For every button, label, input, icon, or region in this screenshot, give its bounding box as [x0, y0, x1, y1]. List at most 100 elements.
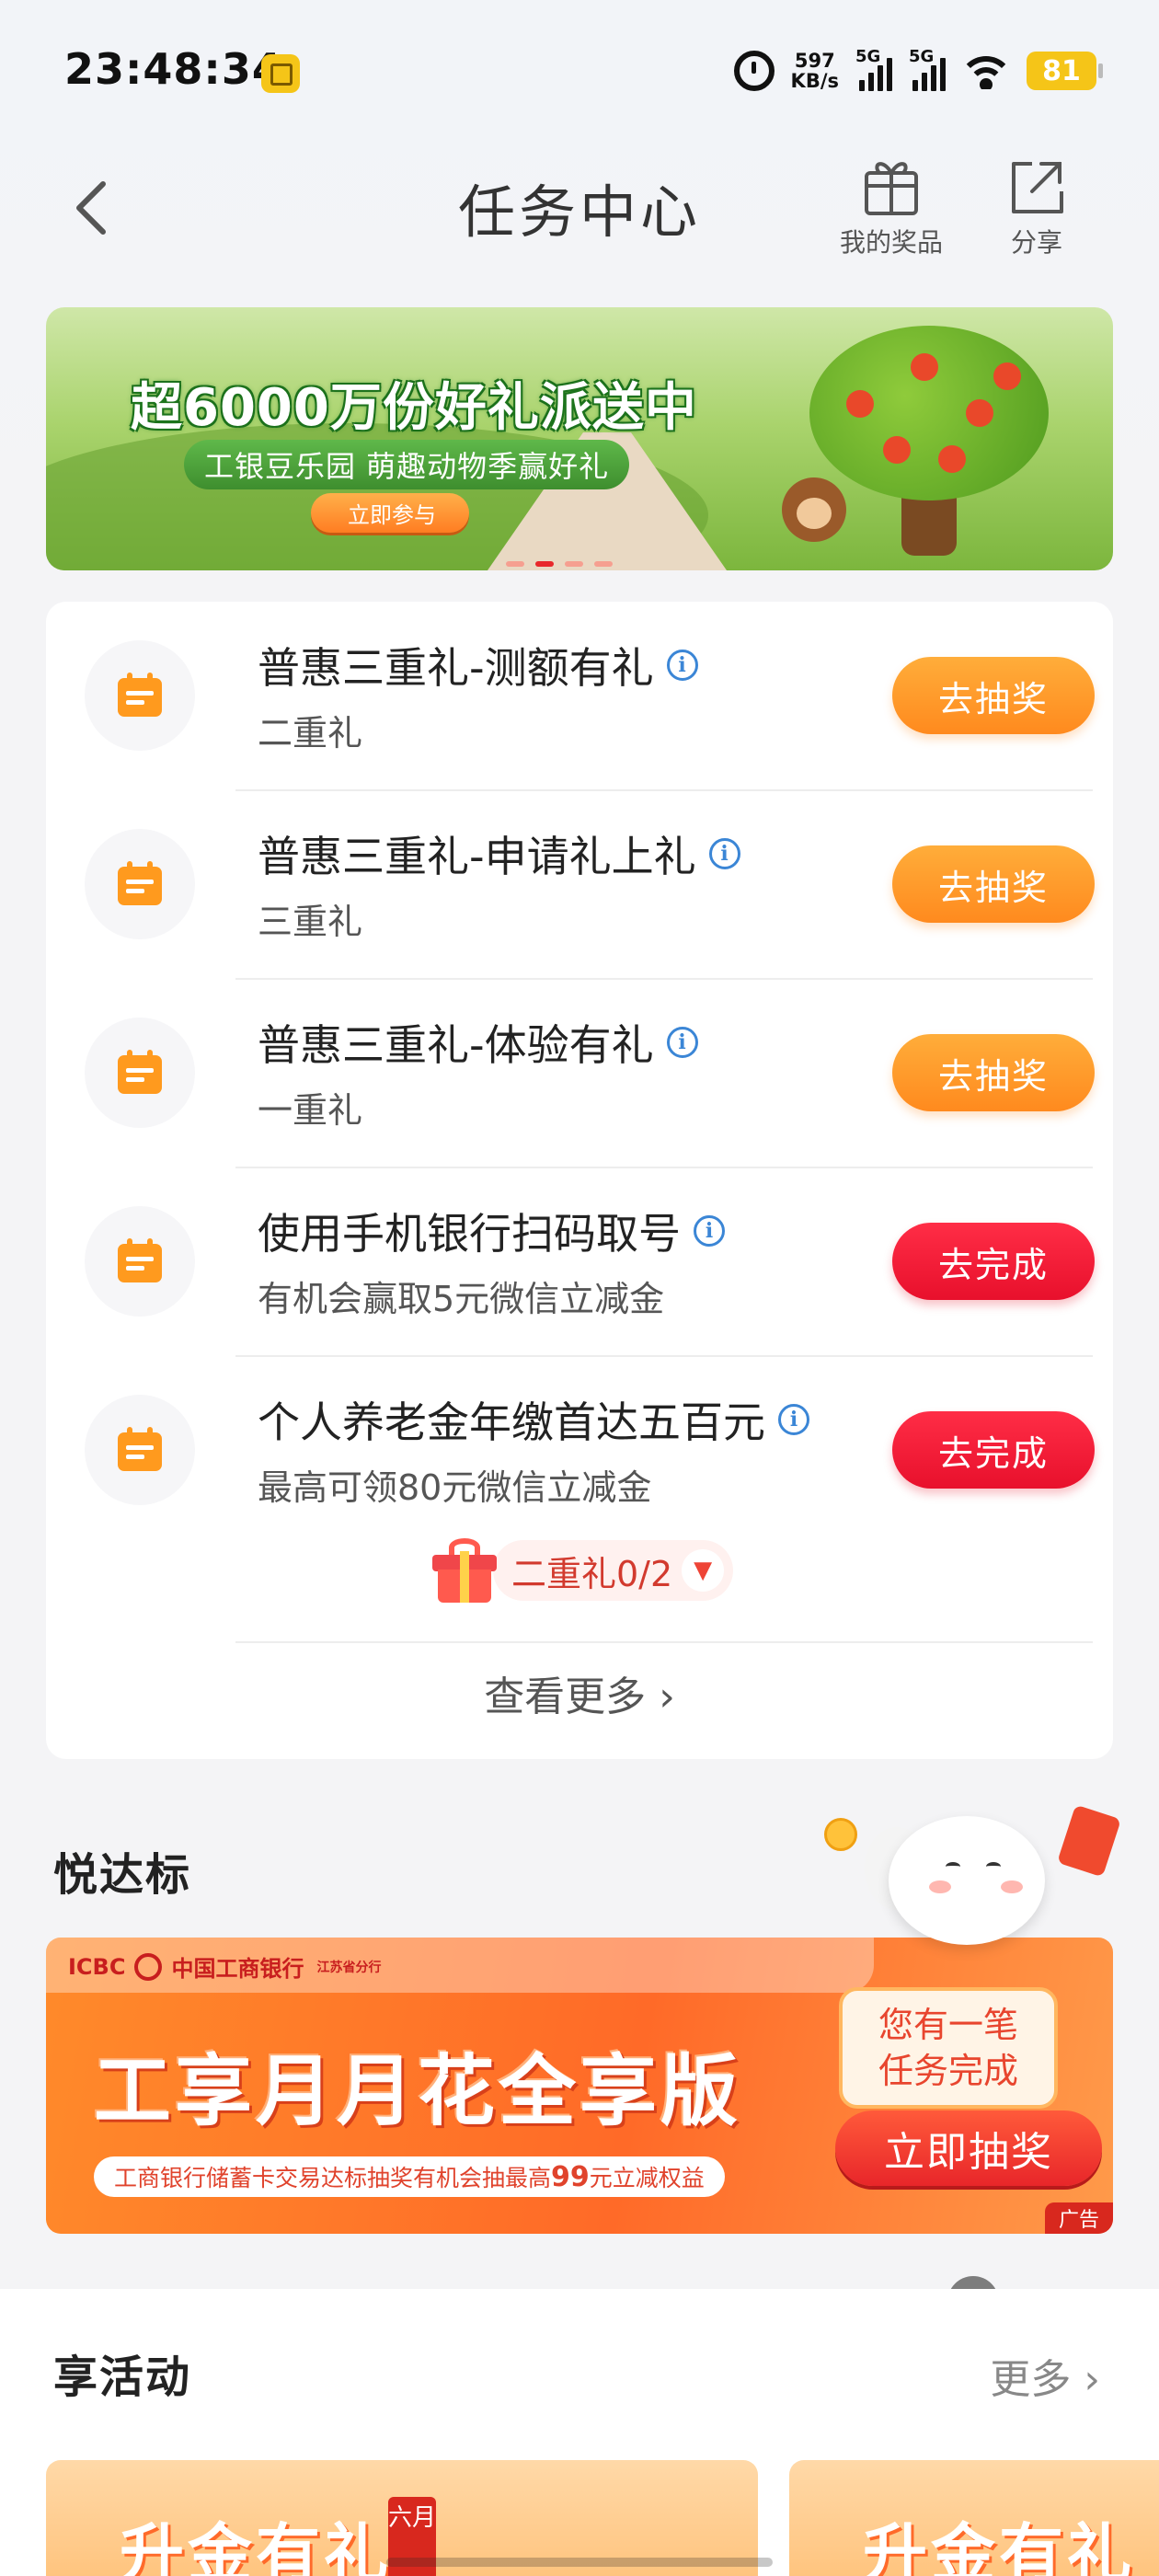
- arrow-down-icon: ▼: [682, 1549, 725, 1592]
- gift-icon: [865, 162, 918, 215]
- share-icon: [1012, 162, 1063, 213]
- gift-progress-label: 二重礼0/2: [511, 1553, 673, 1594]
- draw-prize-button[interactable]: 去抽奖: [892, 1034, 1095, 1111]
- task-title-row: 普惠三重礼-申请礼上礼 i: [258, 823, 740, 884]
- red-envelope-icon: [1057, 1804, 1121, 1878]
- notification-icon: [261, 54, 300, 93]
- task-row: 普惠三重礼-体验有礼 i 一重礼 去抽奖: [46, 979, 1113, 1167]
- apple-tree-illustration: [809, 326, 1049, 500]
- task-row: 普惠三重礼-申请礼上礼 i 三重礼 去抽奖: [46, 790, 1113, 979]
- task-list-card: 普惠三重礼-测额有礼 i 二重礼 去抽奖 普惠三重礼-申请礼上礼 i 三重礼 去…: [46, 602, 1113, 1759]
- promo-carousel-banner[interactable]: 超6000万份好礼派送中 工银豆乐园 萌趣动物季赢好礼 立即参与: [46, 307, 1113, 570]
- signal-icon-1: 5G: [855, 47, 892, 91]
- task-complete-bubble: 您有一笔 任务完成: [839, 1987, 1058, 2109]
- task-title: 个人养老金年缴首达五百元: [258, 1397, 765, 1447]
- task-title: 普惠三重礼-申请礼上礼: [258, 832, 696, 881]
- complete-task-button[interactable]: 去完成: [892, 1223, 1095, 1300]
- gift-progress-label-wrap: 二重礼0/2 ▼: [493, 1540, 734, 1601]
- status-icons: 597 KB/s 5G 5G 81: [733, 44, 1103, 98]
- activity-card[interactable]: 升金有礼: [789, 2460, 1159, 2576]
- draw-prize-button[interactable]: 去抽奖: [892, 845, 1095, 923]
- complete-task-button[interactable]: 去完成: [892, 1411, 1095, 1489]
- nav-bar: 任务中心 我的奖品 分享: [0, 138, 1159, 276]
- calendar-icon: [118, 1427, 162, 1471]
- icbc-logo: ICBC 中国工商银行 江苏省分行: [68, 1950, 381, 1983]
- info-icon[interactable]: i: [694, 1215, 725, 1247]
- bubble-line-2: 任务完成: [878, 2051, 1018, 2091]
- gift-progress-pill[interactable]: 二重礼0/2 ▼: [432, 1535, 734, 1606]
- draw-prize-button[interactable]: 去抽奖: [892, 657, 1095, 734]
- bubble-line-1: 您有一笔: [878, 2005, 1018, 2045]
- banner-subline: 工银豆乐园 萌趣动物季赢好礼: [184, 440, 630, 489]
- section-title-yue-dabiao: 悦达标: [53, 1849, 192, 1901]
- icbc-abbr: ICBC: [68, 1953, 126, 1980]
- share-button[interactable]: 分享: [977, 155, 1096, 259]
- task-title-row: 使用手机银行扫码取号 i: [258, 1201, 725, 1261]
- share-label: 分享: [1010, 227, 1062, 258]
- icbc-ad-banner[interactable]: ICBC 中国工商银行 江苏省分行 工享月月花全享版 工商银行储蓄卡交易达标抽奖…: [46, 1938, 1113, 2234]
- task-subtitle: 有机会赢取5元微信立减金: [258, 1279, 665, 1319]
- more-label: 更多: [990, 2356, 1072, 2403]
- task-subtitle: 最高可领80元微信立减金: [258, 1467, 652, 1508]
- ad-tag: 广告: [1045, 2202, 1113, 2234]
- carousel-dot: [565, 561, 583, 567]
- icbc-emblem-icon: [134, 1952, 163, 1981]
- signal-label-1: 5G: [855, 47, 881, 66]
- task-row: 普惠三重礼-测额有礼 i 二重礼 去抽奖: [46, 602, 1113, 790]
- bank-branch: 江苏省分行: [316, 1960, 382, 1975]
- ad-subline-after: 元立减权益: [589, 2165, 705, 2191]
- task-icon-wrap: [85, 1395, 195, 1505]
- status-bar: 23:48:34 597 KB/s 5G 5G 81: [0, 0, 1159, 138]
- monkey-illustration: [782, 477, 846, 542]
- info-icon[interactable]: i: [778, 1404, 809, 1435]
- task-icon-wrap: [85, 829, 195, 939]
- activity-card-text: 升金有礼: [863, 2516, 1135, 2576]
- battery-icon: 81: [1027, 52, 1103, 90]
- activity-section: 享活动 更多 › 升金有礼 六月 升金有礼: [0, 2289, 1159, 2576]
- calendar-icon: [118, 1238, 162, 1282]
- task-subtitle: 三重礼: [258, 902, 363, 942]
- draw-now-button[interactable]: 立即抽奖: [835, 2110, 1102, 2186]
- task-title: 使用手机银行扫码取号: [258, 1209, 681, 1259]
- network-speed-value: 597: [794, 50, 835, 72]
- banner-headline: 超6000万份好礼派送中: [131, 378, 697, 438]
- chevron-right-icon: ›: [1084, 2356, 1100, 2403]
- carousel-pagination: [506, 561, 613, 567]
- coin-icon: [824, 1818, 857, 1851]
- ad-subline-before: 工商银行储蓄卡交易达标抽奖有机会抽最高: [114, 2165, 552, 2191]
- info-icon[interactable]: i: [666, 650, 698, 681]
- calendar-icon: [118, 673, 162, 717]
- activity-card-text: 升金有礼: [120, 2516, 392, 2576]
- wifi-icon: [962, 52, 1010, 89]
- info-icon[interactable]: i: [666, 1027, 698, 1058]
- network-speed: 597 KB/s: [791, 51, 839, 91]
- elephant-mascot: [865, 1803, 1049, 1950]
- info-icon[interactable]: i: [708, 838, 740, 869]
- task-title-row: 个人养老金年缴首达五百元 i: [258, 1389, 809, 1450]
- task-title-row: 普惠三重礼-体验有礼 i: [258, 1012, 698, 1073]
- task-subtitle: 一重礼: [258, 1090, 363, 1131]
- calendar-icon: [118, 1050, 162, 1094]
- banner-join-button[interactable]: 立即参与: [311, 493, 469, 533]
- alarm-icon: [733, 51, 775, 91]
- task-title-row: 普惠三重礼-测额有礼 i: [258, 635, 698, 696]
- signal-icon-2: 5G: [909, 47, 946, 91]
- task-row: 使用手机银行扫码取号 i 有机会赢取5元微信立减金 去完成: [46, 1167, 1113, 1356]
- status-time: 23:48:34: [64, 44, 282, 94]
- ad-subline: 工商银行储蓄卡交易达标抽奖有机会抽最高 99 元立减权益: [94, 2156, 725, 2197]
- my-prizes-label: 我的奖品: [839, 227, 943, 258]
- task-icon-wrap: [85, 640, 195, 751]
- see-more-link[interactable]: 查看更多 ›: [46, 1663, 1113, 1722]
- carousel-dot: [594, 561, 613, 567]
- task-row: 个人养老金年缴首达五百元 i 最高可领80元微信立减金 去完成: [46, 1356, 1113, 1545]
- signal-label-2: 5G: [909, 47, 935, 66]
- calendar-icon: [118, 861, 162, 905]
- divider: [235, 1641, 1093, 1643]
- gift-box-icon: [432, 1538, 497, 1603]
- my-prizes-button[interactable]: 我的奖品: [832, 155, 951, 259]
- more-activities-link[interactable]: 更多 ›: [990, 2346, 1100, 2405]
- task-icon-wrap: [85, 1018, 195, 1128]
- ad-subline-amount: 99: [551, 2160, 590, 2193]
- task-subtitle: 二重礼: [258, 713, 363, 753]
- task-icon-wrap: [85, 1206, 195, 1317]
